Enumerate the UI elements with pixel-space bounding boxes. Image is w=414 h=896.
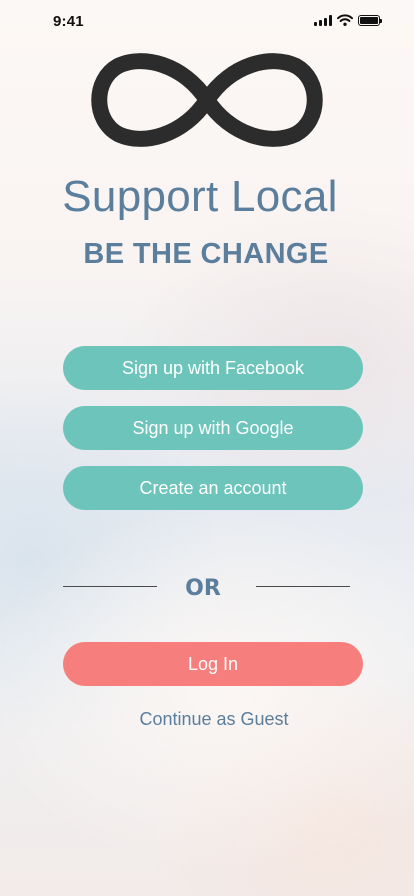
battery-icon (358, 14, 382, 26)
tagline: BE THE CHANGE (83, 238, 329, 270)
infinity-logo-icon (91, 53, 323, 147)
continue-as-guest-link[interactable]: Continue as Guest (0, 709, 414, 730)
create-account-button[interactable]: Create an account (63, 466, 363, 510)
or-divider-text: OR (185, 576, 221, 601)
signup-facebook-button[interactable]: Sign up with Facebook (63, 346, 363, 390)
status-icons (314, 14, 382, 26)
login-button[interactable]: Log In (63, 642, 363, 686)
signal-icon (314, 14, 332, 26)
divider-line-right (256, 586, 350, 587)
status-bar: 9:41 (0, 0, 414, 44)
status-time: 9:41 (53, 13, 84, 30)
signup-google-button[interactable]: Sign up with Google (63, 406, 363, 450)
divider-line-left (63, 586, 157, 587)
wifi-icon (337, 14, 353, 26)
app-title: Support Local (62, 172, 338, 221)
